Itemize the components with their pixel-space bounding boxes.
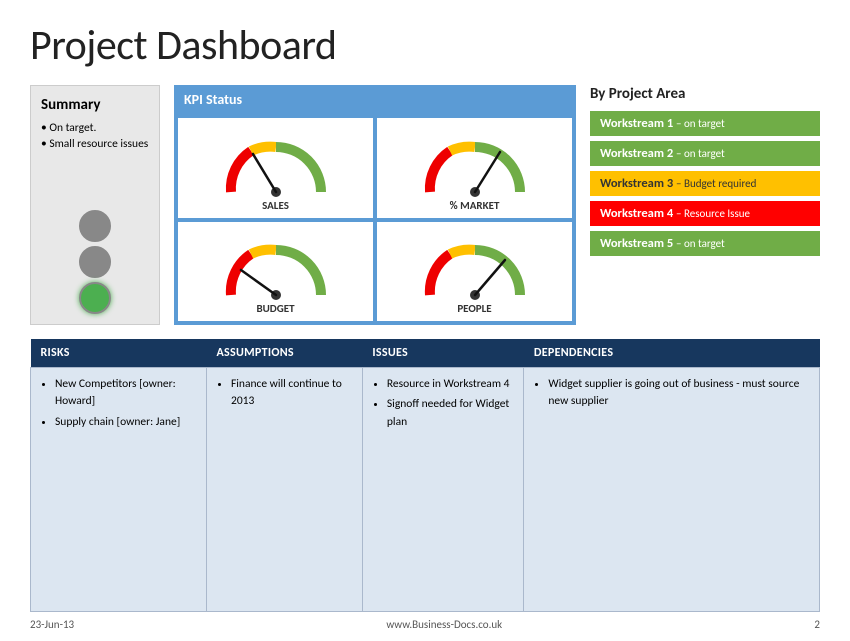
project-area-box: By Project Area Workstream 1 – on target… xyxy=(590,85,820,325)
top-section: Summary • On target. • Small resource is… xyxy=(30,85,820,325)
workstream-list: Workstream 1 – on target Workstream 2 – … xyxy=(590,111,820,256)
workstream-5: Workstream 5 – on target xyxy=(590,231,820,256)
gauge-people-svg xyxy=(420,235,530,300)
gauge-market-svg xyxy=(420,132,530,197)
workstream-1: Workstream 1 – on target xyxy=(590,111,820,136)
gauge-budget-label: BUDGET xyxy=(256,302,294,315)
table-header-row: RISKS ASSUMPTIONS ISSUES DEPENDENCIES xyxy=(31,339,820,368)
workstream-3: Workstream 3 – Budget required xyxy=(590,171,820,196)
footer-date: 23-Jun-13 xyxy=(30,618,74,631)
table-row: New Competitors [owner: Howard] Supply c… xyxy=(31,368,820,612)
th-assumptions: ASSUMPTIONS xyxy=(206,339,362,368)
ws3-status: – Budget required xyxy=(676,177,756,190)
th-risks: RISKS xyxy=(31,339,207,368)
footer-website: www.Business-Docs.co.uk xyxy=(386,618,502,631)
td-dependencies: Widget supplier is going out of business… xyxy=(524,368,820,612)
traffic-light xyxy=(41,210,149,314)
gauge-sales: SALES xyxy=(178,118,373,218)
traffic-light-yellow xyxy=(79,246,111,278)
gauge-budget: BUDGET xyxy=(178,222,373,322)
ws1-status: – on target xyxy=(676,117,725,130)
traffic-light-red xyxy=(79,210,111,242)
summary-box: Summary • On target. • Small resource is… xyxy=(30,85,160,325)
summary-text: • On target. • Small resource issues xyxy=(41,120,149,152)
ws5-status: – on target xyxy=(676,237,725,250)
th-dependencies: DEPENDENCIES xyxy=(524,339,820,368)
traffic-light-green xyxy=(79,282,111,314)
ws4-name: Workstream 4 xyxy=(600,206,676,221)
workstream-2: Workstream 2 – on target xyxy=(590,141,820,166)
workstream-4: Workstream 4 – Resource Issue xyxy=(590,201,820,226)
ws5-name: Workstream 5 xyxy=(600,236,676,251)
kpi-header: KPI Status xyxy=(174,85,576,114)
footer: 23-Jun-13 www.Business-Docs.co.uk 2 xyxy=(30,612,820,631)
project-area-title: By Project Area xyxy=(590,85,820,103)
ws3-name: Workstream 3 xyxy=(600,176,676,191)
page-title: Project Dashboard xyxy=(30,20,820,71)
gauge-market: % MARKET xyxy=(377,118,572,218)
td-risks: New Competitors [owner: Howard] Supply c… xyxy=(31,368,207,612)
gauge-people: PEOPLE xyxy=(377,222,572,322)
footer-page: 2 xyxy=(814,618,820,631)
td-issues: Resource in Workstream 4 Signoff needed … xyxy=(362,368,523,612)
ws1-name: Workstream 1 xyxy=(600,116,676,131)
gauge-people-label: PEOPLE xyxy=(457,302,491,315)
gauge-budget-svg xyxy=(221,235,331,300)
th-issues: ISSUES xyxy=(362,339,523,368)
gauge-market-label: % MARKET xyxy=(450,199,500,212)
bottom-table: RISKS ASSUMPTIONS ISSUES DEPENDENCIES Ne… xyxy=(30,339,820,612)
gauge-sales-svg xyxy=(221,132,331,197)
kpi-gauges: SALES % MARKET xyxy=(174,114,576,325)
ws2-name: Workstream 2 xyxy=(600,146,676,161)
page: Project Dashboard Summary • On target. •… xyxy=(0,0,850,641)
gauge-sales-label: SALES xyxy=(262,199,289,212)
summary-title: Summary xyxy=(41,96,149,114)
ws2-status: – on target xyxy=(676,147,725,160)
td-assumptions: Finance will continue to 2013 xyxy=(206,368,362,612)
kpi-box: KPI Status SALES xyxy=(174,85,576,325)
ws4-status: – Resource Issue xyxy=(676,207,750,220)
